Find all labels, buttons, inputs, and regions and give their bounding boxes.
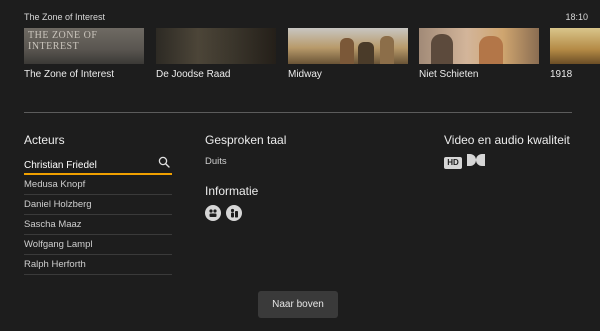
related-title-label: De Joodse Raad <box>156 69 231 80</box>
poster-thumbnail <box>156 28 276 64</box>
related-title-label: Niet Schieten <box>419 69 479 80</box>
poster-thumbnail <box>419 28 539 64</box>
poster-thumbnail <box>288 28 408 64</box>
section-divider <box>24 112 572 113</box>
actor-item[interactable]: Wolfgang Lampl <box>24 235 172 255</box>
back-to-top-button[interactable]: Naar boven <box>258 291 338 318</box>
page-title: The Zone of Interest <box>24 12 106 22</box>
related-title-card[interactable]: De Joodse Raad <box>156 28 276 80</box>
related-title-card[interactable]: Midway <box>288 28 408 80</box>
search-icon[interactable] <box>158 155 170 173</box>
poster-thumbnail: THE ZONE OF INTEREST <box>24 28 144 64</box>
rating-icon-1 <box>205 205 221 221</box>
related-title-label: Midway <box>288 69 322 80</box>
actor-item[interactable]: Ralph Herforth <box>24 255 172 275</box>
language-section: Gesproken taal Duits <box>205 133 286 167</box>
actors-heading: Acteurs <box>24 133 65 147</box>
info-heading: Informatie <box>205 184 259 198</box>
actor-item[interactable]: Daniel Holzberg <box>24 195 172 215</box>
info-section: Informatie <box>205 184 258 221</box>
actor-item-selected[interactable]: Christian Friedel <box>24 155 172 175</box>
related-title-label: 1918 <box>550 69 573 80</box>
poster-thumbnail <box>550 28 600 64</box>
poster-text: THE ZONE OF INTEREST <box>28 30 98 52</box>
language-value: Duits <box>205 156 227 167</box>
language-heading: Gesproken taal <box>205 133 287 147</box>
related-title-card[interactable]: THE ZONE OF INTEREST The Zone of Interes… <box>24 28 144 80</box>
related-title-card[interactable]: Niet Schieten <box>419 28 539 80</box>
related-title-card[interactable]: 1918 <box>550 28 600 80</box>
related-title-label: The Zone of Interest <box>24 69 115 80</box>
actor-name: Christian Friedel <box>24 160 97 171</box>
actors-section: Acteurs Christian Friedel Medusa Knopf D… <box>24 133 172 275</box>
related-titles-rail: THE ZONE OF INTEREST The Zone of Interes… <box>24 28 600 88</box>
quality-heading: Video en audio kwaliteit <box>444 133 570 147</box>
clock: 18:10 <box>565 12 588 22</box>
dolby-icon <box>466 153 486 172</box>
rating-icon-2 <box>226 205 242 221</box>
actor-item[interactable]: Sascha Maaz <box>24 215 172 235</box>
actor-item[interactable]: Medusa Knopf <box>24 175 172 195</box>
hd-icon: HD <box>444 156 462 169</box>
quality-section: Video en audio kwaliteit HD <box>444 133 570 172</box>
